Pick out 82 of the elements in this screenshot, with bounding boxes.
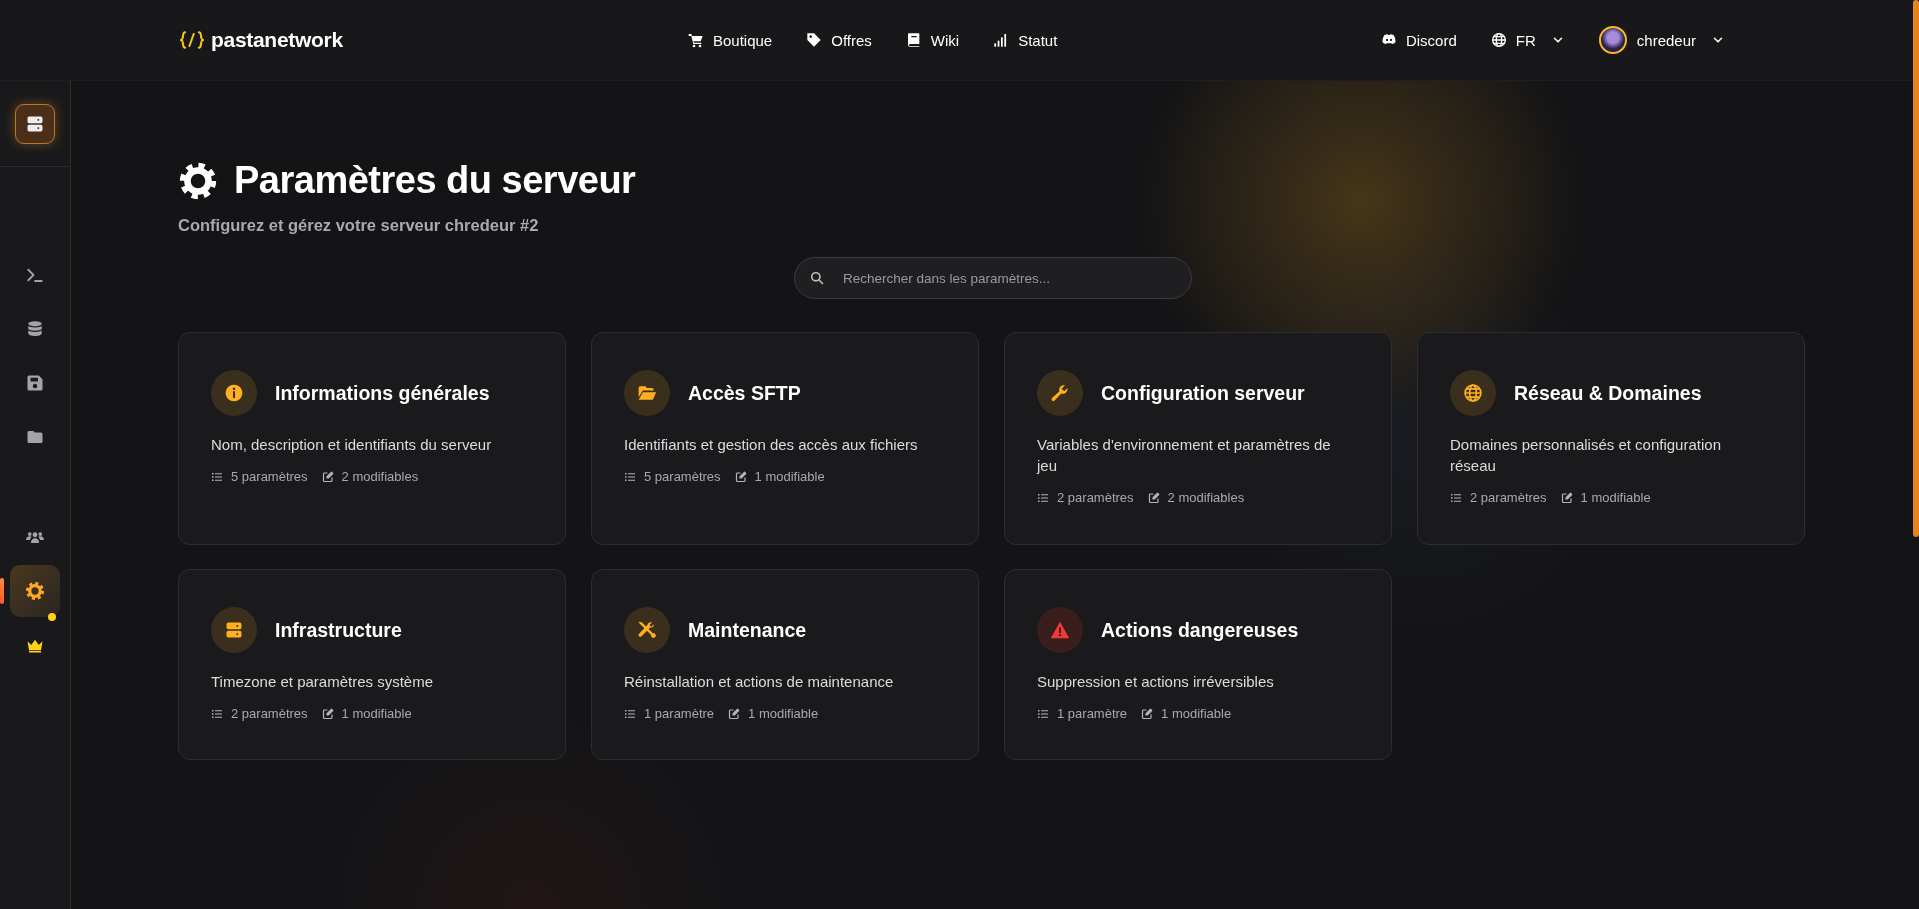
settings-count: 2 paramètres xyxy=(231,706,308,721)
nav-link[interactable]: Offres xyxy=(806,31,872,49)
globe-icon xyxy=(1450,370,1496,416)
card-title: Réseau & Domaines xyxy=(1514,381,1702,405)
sidebar-button[interactable] xyxy=(10,565,60,617)
card-title: Infrastructure xyxy=(275,618,402,642)
server-icon xyxy=(211,607,257,653)
card-description: Nom, description et identifiants du serveur xyxy=(211,435,493,455)
nav-link[interactable]: Statut xyxy=(993,31,1058,49)
settings-card[interactable]: Maintenance Réinstallation et actions de maintenance 1 paramètre 1 modifiable xyxy=(591,569,979,760)
settings-icon xyxy=(178,160,218,201)
card-title: Maintenance xyxy=(688,618,807,642)
editable-count: 1 modifiable xyxy=(1161,706,1232,721)
settings-card[interactable]: Réseau & Domaines Domaines personnalisés et configuration réseau 2 paramètres 1 modifiable xyxy=(1417,332,1805,545)
book-icon xyxy=(905,32,922,48)
nav-link[interactable]: Wiki xyxy=(905,31,960,49)
editable-count: 1 modifiable xyxy=(1580,490,1651,505)
settings-count: 1 paramètre xyxy=(1057,706,1128,721)
settings-card[interactable]: Infrastructure Timezone et paramètres système 2 paramètres 1 modifiable xyxy=(178,569,566,760)
card-title: Actions dangereuses xyxy=(1101,618,1299,642)
card-title: Accès SFTP xyxy=(688,381,801,405)
cart-icon xyxy=(688,32,704,48)
settings-count: 2 paramètres xyxy=(1057,490,1134,505)
edit-icon xyxy=(1560,491,1573,504)
settings-card[interactable]: Accès SFTP Identifiants et gestion des accès aux fichiers 5 paramètres 1 modifiable xyxy=(591,332,979,545)
edit-icon xyxy=(728,707,741,720)
card-description: Suppression et actions irréversibles xyxy=(1037,672,1275,692)
settings-icon xyxy=(25,581,45,601)
list-icon xyxy=(1450,491,1462,504)
info-icon xyxy=(211,370,257,416)
card-description: Timezone et paramètres système xyxy=(211,672,435,692)
active-indicator xyxy=(0,578,4,604)
settings-card[interactable]: Informations générales Nom, description et identifiants du serveur 5 paramètres 2 modifiables xyxy=(178,332,566,545)
editable-count: 2 modifiables xyxy=(1167,490,1245,505)
card-description: Variables d'environnement et paramètres de jeu xyxy=(1037,435,1332,476)
server-button[interactable] xyxy=(15,103,55,144)
language-selector[interactable]: FR xyxy=(1490,31,1565,49)
discord-link[interactable]: Discord xyxy=(1380,31,1457,49)
settings-card[interactable]: Actions dangereuses Suppression et actions irréversibles 1 paramètre 1 modifiable xyxy=(1004,569,1392,760)
globe-icon xyxy=(1490,32,1507,48)
editable-count: 1 modifiable xyxy=(754,469,825,484)
logo-icon[interactable] xyxy=(180,30,204,50)
list-icon xyxy=(211,470,223,483)
tools-icon xyxy=(624,607,670,653)
page-title: Paramètres du serveur xyxy=(234,159,636,202)
list-icon xyxy=(211,707,223,720)
list-icon xyxy=(624,707,636,720)
editable-count: 1 modifiable xyxy=(341,706,412,721)
settings-card[interactable]: Configuration serveur Variables d'environnement et paramètres de jeu 2 paramètres 2 modifiables xyxy=(1004,332,1392,545)
nav-link[interactable]: Boutique xyxy=(688,31,773,49)
card-description: Domaines personnalisés et configuration réseau xyxy=(1450,435,1722,476)
list-icon xyxy=(624,470,636,483)
user-menu[interactable]: chredeur xyxy=(1598,26,1725,54)
brand-name[interactable]: pastanetwork xyxy=(211,28,343,52)
search-field[interactable]: Rechercher dans les paramètres... xyxy=(794,257,1192,299)
list-icon xyxy=(1037,491,1049,504)
folder-icon xyxy=(26,428,44,446)
database-icon xyxy=(26,320,44,338)
folder-icon xyxy=(624,370,670,416)
settings-count: 5 paramètres xyxy=(231,469,308,484)
avatar xyxy=(1598,26,1627,54)
edit-icon xyxy=(1147,491,1160,504)
settings-count: 1 paramètre xyxy=(644,706,715,721)
scrollbar[interactable] xyxy=(1913,0,1919,537)
wrench-icon xyxy=(1037,370,1083,416)
page-subtitle: Configurez et gérez votre serveur chredeur #2 xyxy=(178,216,540,235)
edit-icon xyxy=(321,707,334,720)
settings-count: 2 paramètres xyxy=(1470,490,1547,505)
edit-icon xyxy=(1141,707,1154,720)
tag-icon xyxy=(806,32,823,48)
list-icon xyxy=(1037,707,1049,720)
warning-icon xyxy=(1037,607,1083,653)
edit-icon xyxy=(734,470,747,483)
card-description: Identifiants et gestion des accès aux fichiers xyxy=(624,435,919,455)
settings-count: 5 paramètres xyxy=(644,469,721,484)
editable-count: 1 modifiable xyxy=(748,706,819,721)
edit-icon xyxy=(321,470,334,483)
terminal-icon xyxy=(26,266,44,284)
card-title: Configuration serveur xyxy=(1101,381,1305,405)
editable-count: 2 modifiables xyxy=(341,469,419,484)
card-description: Réinstallation et actions de maintenance xyxy=(624,672,895,692)
card-title: Informations générales xyxy=(275,381,490,405)
